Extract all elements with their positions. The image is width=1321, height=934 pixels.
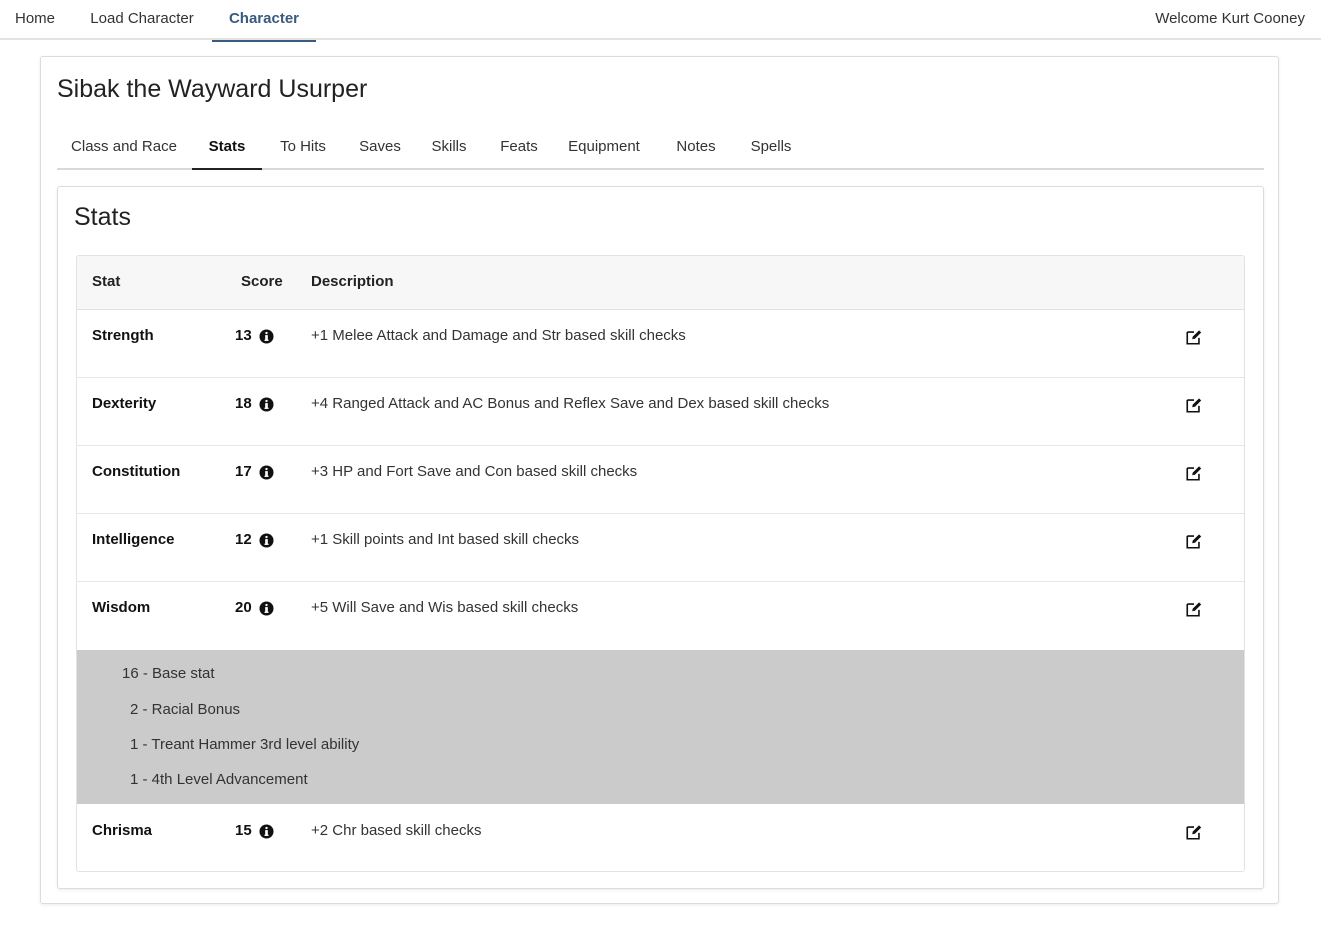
stat-name: Constitution [92, 463, 181, 480]
breakdown-item: 16 - Base stat [122, 665, 215, 682]
stat-name: Wisdom [92, 599, 151, 616]
column-header-score: Score [241, 273, 283, 290]
stats-panel: Stats Stat Score Description Strength 13… [57, 186, 1264, 889]
info-circle-icon[interactable] [259, 533, 274, 548]
edit-icon[interactable] [1185, 600, 1203, 618]
stat-score: 15 [235, 822, 252, 839]
stat-score: 12 [235, 531, 252, 548]
stat-description: +4 Ranged Attack and AC Bonus and Reflex… [311, 395, 830, 412]
stat-name: Chrisma [92, 822, 153, 839]
edit-icon[interactable] [1185, 328, 1203, 346]
stat-name: Dexterity [92, 395, 157, 412]
nav-home-link[interactable]: Home [0, 0, 70, 40]
top-navbar: Home Load Character Character Welcome Ku… [0, 0, 1321, 42]
table-row: Wisdom 20 +5 Will Save and Wis based ski… [77, 582, 1244, 650]
character-name: Sibak the Wayward Usurper [57, 75, 368, 103]
stat-description: +3 HP and Fort Save and Con based skill … [311, 463, 638, 480]
info-circle-icon[interactable] [259, 397, 274, 412]
stat-score: 17 [235, 463, 252, 480]
edit-icon[interactable] [1185, 396, 1203, 414]
stat-name: Strength [92, 327, 154, 344]
score-breakdown: 16 - Base stat 2 - Racial Bonus 1 - Trea… [77, 650, 1244, 804]
stat-score: 13 [235, 327, 252, 344]
breakdown-item: 2 - Racial Bonus [130, 701, 241, 718]
stat-description: +1 Melee Attack and Damage and Str based… [311, 327, 686, 344]
column-header-description: Description [311, 273, 394, 290]
edit-icon[interactable] [1185, 823, 1203, 841]
stat-description: +2 Chr based skill checks [311, 822, 482, 839]
tab-to-hits[interactable]: To Hits [268, 127, 338, 170]
table-row: Strength 13 +1 Melee Attack and Damage a… [77, 310, 1244, 378]
character-tabs: Class and Race Stats To Hits Saves Skill… [57, 127, 1264, 170]
info-circle-icon[interactable] [259, 601, 274, 616]
stats-table: Stat Score Description Strength 13 +1 Me… [76, 255, 1245, 872]
table-row: Dexterity 18 +4 Ranged Attack and AC Bon… [77, 378, 1244, 446]
tab-skills[interactable]: Skills [420, 127, 478, 170]
column-header-stat: Stat [92, 273, 121, 290]
edit-icon[interactable] [1185, 532, 1203, 550]
breakdown-item: 1 - 4th Level Advancement [130, 771, 308, 788]
table-row: Constitution 17 +3 HP and Fort Save and … [77, 446, 1244, 514]
info-circle-icon[interactable] [259, 465, 274, 480]
character-card: Sibak the Wayward Usurper Class and Race… [40, 56, 1279, 904]
table-header: Stat Score Description [77, 256, 1244, 310]
stat-description: +1 Skill points and Int based skill chec… [311, 531, 580, 548]
nav-load-character-link[interactable]: Load Character [74, 0, 210, 40]
tab-spells[interactable]: Spells [743, 127, 799, 170]
stat-score: 18 [235, 395, 252, 412]
stat-name: Intelligence [92, 531, 175, 548]
stat-score: 20 [235, 599, 252, 616]
tab-notes[interactable]: Notes [667, 127, 725, 170]
nav-character-link[interactable]: Character [212, 0, 316, 42]
tab-equipment[interactable]: Equipment [559, 127, 649, 170]
table-row: Chrisma 15 +2 Chr based skill checks [77, 804, 1244, 871]
table-row: Intelligence 12 +1 Skill points and Int … [77, 514, 1244, 582]
info-circle-icon[interactable] [259, 824, 274, 839]
tab-stats[interactable]: Stats [192, 127, 262, 170]
breakdown-item: 1 - Treant Hammer 3rd level ability [130, 736, 360, 753]
tab-saves[interactable]: Saves [349, 127, 411, 170]
stats-title: Stats [74, 203, 131, 231]
edit-icon[interactable] [1185, 464, 1203, 482]
welcome-text: Welcome Kurt Cooney [1155, 10, 1305, 27]
stat-description: +5 Will Save and Wis based skill checks [311, 599, 579, 616]
tab-feats[interactable]: Feats [488, 127, 550, 170]
info-circle-icon[interactable] [259, 329, 274, 344]
tab-class-and-race[interactable]: Class and Race [57, 127, 191, 170]
